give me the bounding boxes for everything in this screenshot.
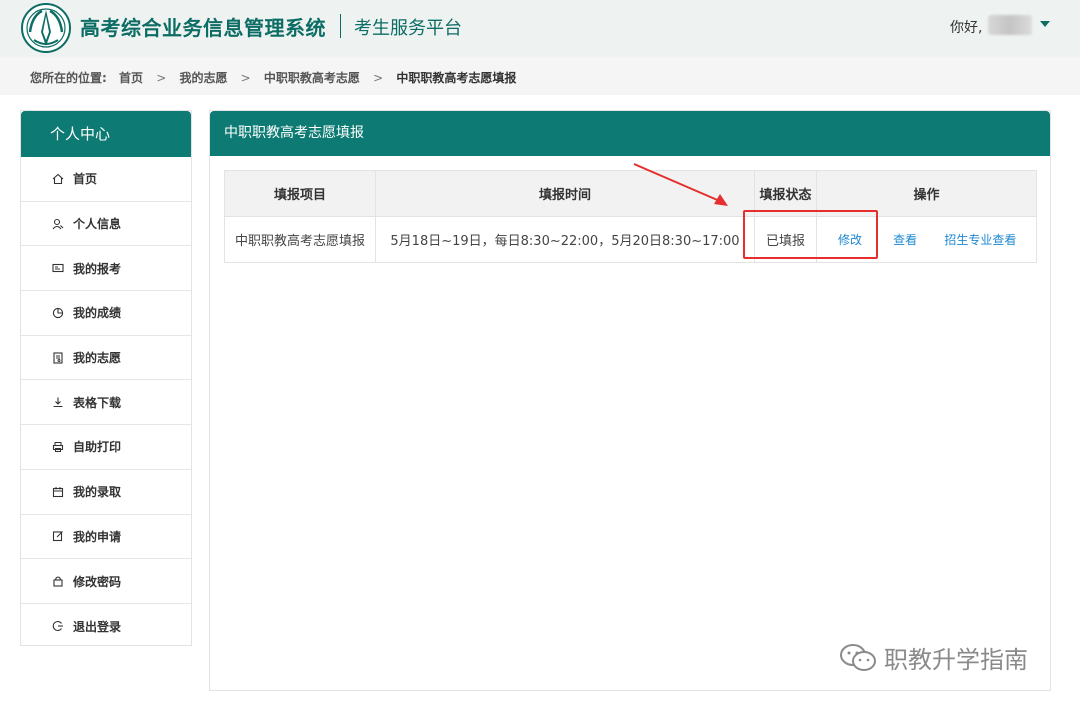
table-row: 中职职教高考志愿填报 5月18日~19日，每日8:30~22:00，5月20日8… <box>224 216 1037 263</box>
column-header-actions: 操作 <box>816 170 1037 217</box>
greeting-text: 你好, <box>950 20 983 36</box>
sidebar-item-my-application[interactable]: 我的申请 <box>21 515 191 560</box>
sidebar-item-label: 自助打印 <box>73 440 122 455</box>
title-divider <box>340 14 341 38</box>
home-icon <box>52 173 64 185</box>
breadcrumb-separator: > <box>156 71 167 85</box>
user-icon <box>52 218 64 230</box>
column-header-time: 填报时间 <box>375 170 755 217</box>
platform-name: 考生服务平台 <box>354 18 462 39</box>
sidebar-item-label: 表格下载 <box>73 395 122 410</box>
cell-status-badge: 已填报 <box>754 216 817 263</box>
sidebar-item-label: 我的报考 <box>73 261 122 276</box>
cell-item: 中职职教高考志愿填报 <box>224 216 376 263</box>
username-redacted <box>988 15 1032 35</box>
printer-icon <box>52 441 64 453</box>
calendar-icon <box>52 486 64 498</box>
breadcrumb-current: 中职职教高考志愿填报 <box>396 71 517 85</box>
sidebar-item-my-registration[interactable]: 我的报考 <box>21 246 191 292</box>
panel-title: 中职职教高考志愿填报 <box>210 111 1050 156</box>
sidebar-item-label: 修改密码 <box>73 574 122 589</box>
sidebar-title: 个人中心 <box>21 111 191 157</box>
sidebar-item-label: 我的录取 <box>73 485 122 500</box>
cell-actions: 修改 查看 招生专业查看 <box>816 216 1037 263</box>
watermark: 职教升学指南 <box>838 640 1028 675</box>
main-panel: 中职职教高考志愿填报 填报项目 填报时间 填报状态 操作 中职职教高考志愿填报 … <box>209 110 1051 691</box>
column-header-status: 填报状态 <box>754 170 817 217</box>
sidebar-item-label: 我的成绩 <box>73 306 122 321</box>
breadcrumb-bar: 您所在的位置: 首页 > 我的志愿 > 中职职教高考志愿 > 中职职教高考志愿填… <box>0 57 1080 95</box>
sidebar-item-form-download[interactable]: 表格下载 <box>21 380 191 426</box>
breadcrumb-home[interactable]: 首页 <box>119 69 143 86</box>
sidebar-item-label: 首页 <box>73 172 98 187</box>
view-majors-link[interactable]: 招生专业查看 <box>944 231 1016 248</box>
sidebar-item-label: 个人信息 <box>73 217 122 232</box>
table-header-row: 填报项目 填报时间 填报状态 操作 <box>224 170 1037 217</box>
sidebar-item-change-password[interactable]: 修改密码 <box>21 559 191 604</box>
cell-time: 5月18日~19日，每日8:30~22:00，5月20日8:30~17:00 <box>375 216 755 263</box>
system-title: 高考综合业务信息管理系统 <box>80 16 326 40</box>
sidebar-item-self-print[interactable]: 自助打印 <box>21 425 191 470</box>
wish-table: 填报项目 填报时间 填报状态 操作 中职职教高考志愿填报 5月18日~19日，每… <box>224 170 1037 263</box>
id-card-icon <box>52 262 64 274</box>
breadcrumb-prefix: 您所在的位置: <box>30 71 107 85</box>
sidebar-item-home[interactable]: 首页 <box>21 157 191 202</box>
pie-chart-icon <box>52 307 64 319</box>
sidebar-item-label: 我的申请 <box>73 529 122 544</box>
sidebar-item-my-scores[interactable]: 我的成绩 <box>21 291 191 336</box>
sidebar-item-personal-info[interactable]: 个人信息 <box>21 202 191 247</box>
document-icon <box>52 352 64 364</box>
sidebar-item-label: 退出登录 <box>73 619 122 634</box>
breadcrumb-my-wishes[interactable]: 我的志愿 <box>179 69 227 86</box>
edit-link[interactable]: 修改 <box>838 231 862 248</box>
sidebar: 个人中心 首页 个人信息 我的报考 我的成绩 我的志愿 表格下载 自助打印 我的… <box>20 110 192 646</box>
school-emblem-logo <box>21 3 71 53</box>
sidebar-item-label: 我的志愿 <box>73 351 122 366</box>
breadcrumb-separator: > <box>240 71 251 85</box>
breadcrumb: 您所在的位置: 首页 > 我的志愿 > 中职职教高考志愿 > 中职职教高考志愿填… <box>30 69 516 86</box>
download-icon <box>52 396 64 408</box>
edit-icon <box>52 530 64 542</box>
top-header: 高考综合业务信息管理系统 考生服务平台 你好, <box>0 0 1080 57</box>
column-header-item: 填报项目 <box>224 170 376 217</box>
sidebar-item-my-wishes[interactable]: 我的志愿 <box>21 336 191 381</box>
logout-icon <box>52 620 64 632</box>
watermark-text: 职教升学指南 <box>884 646 1028 674</box>
user-menu-caret-icon[interactable] <box>1040 21 1050 27</box>
breadcrumb-vocational-wishes[interactable]: 中职职教高考志愿 <box>264 69 360 86</box>
view-link[interactable]: 查看 <box>893 231 917 248</box>
breadcrumb-separator: > <box>373 71 384 85</box>
sidebar-item-logout[interactable]: 退出登录 <box>21 604 191 649</box>
lock-icon <box>52 575 64 587</box>
wechat-icon <box>840 643 876 671</box>
sidebar-item-my-admission[interactable]: 我的录取 <box>21 470 191 515</box>
